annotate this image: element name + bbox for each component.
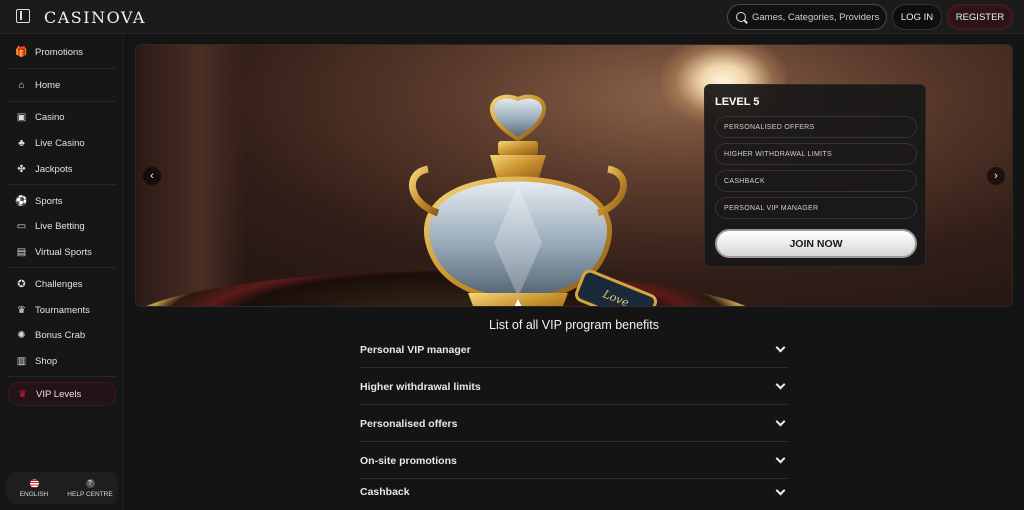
- divider: [8, 267, 116, 268]
- divider: [8, 68, 116, 69]
- crown-icon: ♛: [18, 388, 27, 400]
- language-selector[interactable]: ENGLISH: [6, 472, 62, 504]
- home-icon: ⌂: [18, 79, 25, 91]
- chevron-left-icon[interactable]: ‹: [143, 167, 161, 185]
- benefit-label: Cashback: [360, 486, 410, 498]
- sidebar-toggle-icon[interactable]: [16, 9, 30, 23]
- sidebar-item-tournaments[interactable]: ♛ Tournaments: [8, 299, 116, 321]
- language-label: ENGLISH: [19, 490, 49, 498]
- benefit-accordion-item[interactable]: Higher withdrawal limits: [360, 369, 788, 405]
- sidebar-item-home[interactable]: ⌂ Home: [8, 74, 116, 96]
- divider: [8, 101, 116, 102]
- chevron-down-icon: [775, 416, 786, 427]
- chevron-down-icon: [775, 342, 786, 353]
- uk-flag-icon: [29, 478, 39, 488]
- level-perk: PERSONAL VIP MANAGER: [715, 197, 917, 219]
- live-tv-icon: ▭: [16, 220, 27, 232]
- help-centre-link[interactable]: ? HELP CENTRE: [62, 472, 118, 504]
- virtual-sports-icon: ▤: [16, 246, 27, 258]
- benefit-label: Personalised offers: [360, 417, 458, 430]
- benefit-accordion-item[interactable]: Personal VIP manager: [360, 332, 788, 368]
- sidebar-item-live-betting[interactable]: ▭ Live Betting: [8, 215, 116, 237]
- sidebar-item-promotions[interactable]: 🎁 Promotions: [8, 41, 116, 63]
- medal-icon: ✪: [17, 278, 26, 290]
- sidebar-item-label: Live Casino: [35, 137, 85, 149]
- sidebar-item-label: Live Betting: [35, 220, 85, 232]
- benefit-accordion-item[interactable]: Personalised offers: [360, 406, 788, 442]
- sidebar-item-label: VIP Levels: [36, 388, 82, 400]
- sidebar-item-virtual-sports[interactable]: ▤ Virtual Sports: [8, 241, 116, 263]
- login-button[interactable]: LOG IN: [892, 4, 942, 30]
- divider: [8, 376, 116, 377]
- sidebar-item-sports[interactable]: ⚽ Sports: [8, 190, 116, 212]
- sidebar-item-label: Shop: [35, 355, 58, 367]
- top-bar: CASINOVA Games, Categories, Providers LO…: [0, 0, 1024, 34]
- sidebar-item-label: Promotions: [35, 46, 84, 58]
- slot-machine-icon: ▣: [16, 111, 27, 123]
- sidebar-item-bonus-crab[interactable]: ✺ Bonus Crab: [8, 324, 116, 346]
- search-icon: [736, 12, 746, 22]
- sidebar-item-label: Jackpots: [35, 163, 73, 175]
- chevron-down-icon: [775, 379, 786, 390]
- level-perk: PERSONALISED OFFERS: [715, 116, 917, 138]
- level-card: LEVEL 5 PERSONALISED OFFERS HIGHER WITHD…: [704, 84, 926, 267]
- gift-icon: 🎁: [15, 46, 28, 58]
- live-dealer-icon: ♣: [18, 137, 25, 149]
- help-label: HELP CENTRE: [67, 490, 113, 498]
- sidebar-item-casino[interactable]: ▣ Casino: [8, 106, 116, 128]
- divider: [8, 184, 116, 185]
- sidebar: 🎁 Promotions ⌂ Home ▣ Casino ♣ Live Casi…: [0, 34, 124, 510]
- sidebar-item-label: Virtual Sports: [35, 246, 92, 258]
- clover-icon: ✤: [17, 163, 26, 175]
- sidebar-item-live-casino[interactable]: ♣ Live Casino: [8, 132, 116, 154]
- benefits-title: List of all VIP program benefits: [489, 318, 659, 332]
- chevron-right-icon[interactable]: ›: [987, 167, 1005, 185]
- sidebar-item-label: Home: [35, 79, 61, 91]
- benefit-accordion-item[interactable]: Cashback: [360, 474, 788, 510]
- chevron-down-icon: [775, 485, 786, 495]
- sidebar-footer: ENGLISH ? HELP CENTRE: [6, 472, 118, 504]
- search-placeholder: Games, Categories, Providers: [752, 11, 880, 23]
- sidebar-item-label: Bonus Crab: [35, 329, 86, 341]
- sidebar-item-label: Sports: [35, 195, 63, 207]
- benefit-label: Personal VIP manager: [360, 343, 471, 356]
- brand-logo[interactable]: CASINOVA: [44, 8, 146, 27]
- register-button[interactable]: REGISTER: [947, 4, 1013, 30]
- benefit-label: Higher withdrawal limits: [360, 380, 481, 393]
- soccer-ball-icon: ⚽: [15, 195, 28, 207]
- search-input[interactable]: Games, Categories, Providers: [727, 4, 887, 30]
- sidebar-item-jackpots[interactable]: ✤ Jackpots: [8, 158, 116, 180]
- shop-icon: ▥: [16, 355, 27, 367]
- sidebar-item-label: Tournaments: [35, 304, 90, 316]
- sidebar-item-label: Casino: [35, 111, 65, 123]
- crab-icon: ✺: [17, 329, 26, 341]
- sidebar-item-label: Challenges: [35, 278, 83, 290]
- benefit-label: On-site promotions: [360, 454, 457, 467]
- help-icon: ?: [85, 478, 95, 488]
- trophy-icon: ♛: [17, 304, 26, 316]
- level-perk: CASHBACK: [715, 170, 917, 192]
- chevron-down-icon: [775, 453, 786, 464]
- level-perk: HIGHER WITHDRAWAL LIMITS: [715, 143, 917, 165]
- sidebar-item-shop[interactable]: ▥ Shop: [8, 350, 116, 372]
- join-now-button[interactable]: JOIN NOW: [715, 229, 917, 258]
- sidebar-item-challenges[interactable]: ✪ Challenges: [8, 273, 116, 295]
- level-title: LEVEL 5: [715, 96, 760, 108]
- sidebar-item-vip-levels[interactable]: ♛ VIP Levels: [8, 382, 116, 406]
